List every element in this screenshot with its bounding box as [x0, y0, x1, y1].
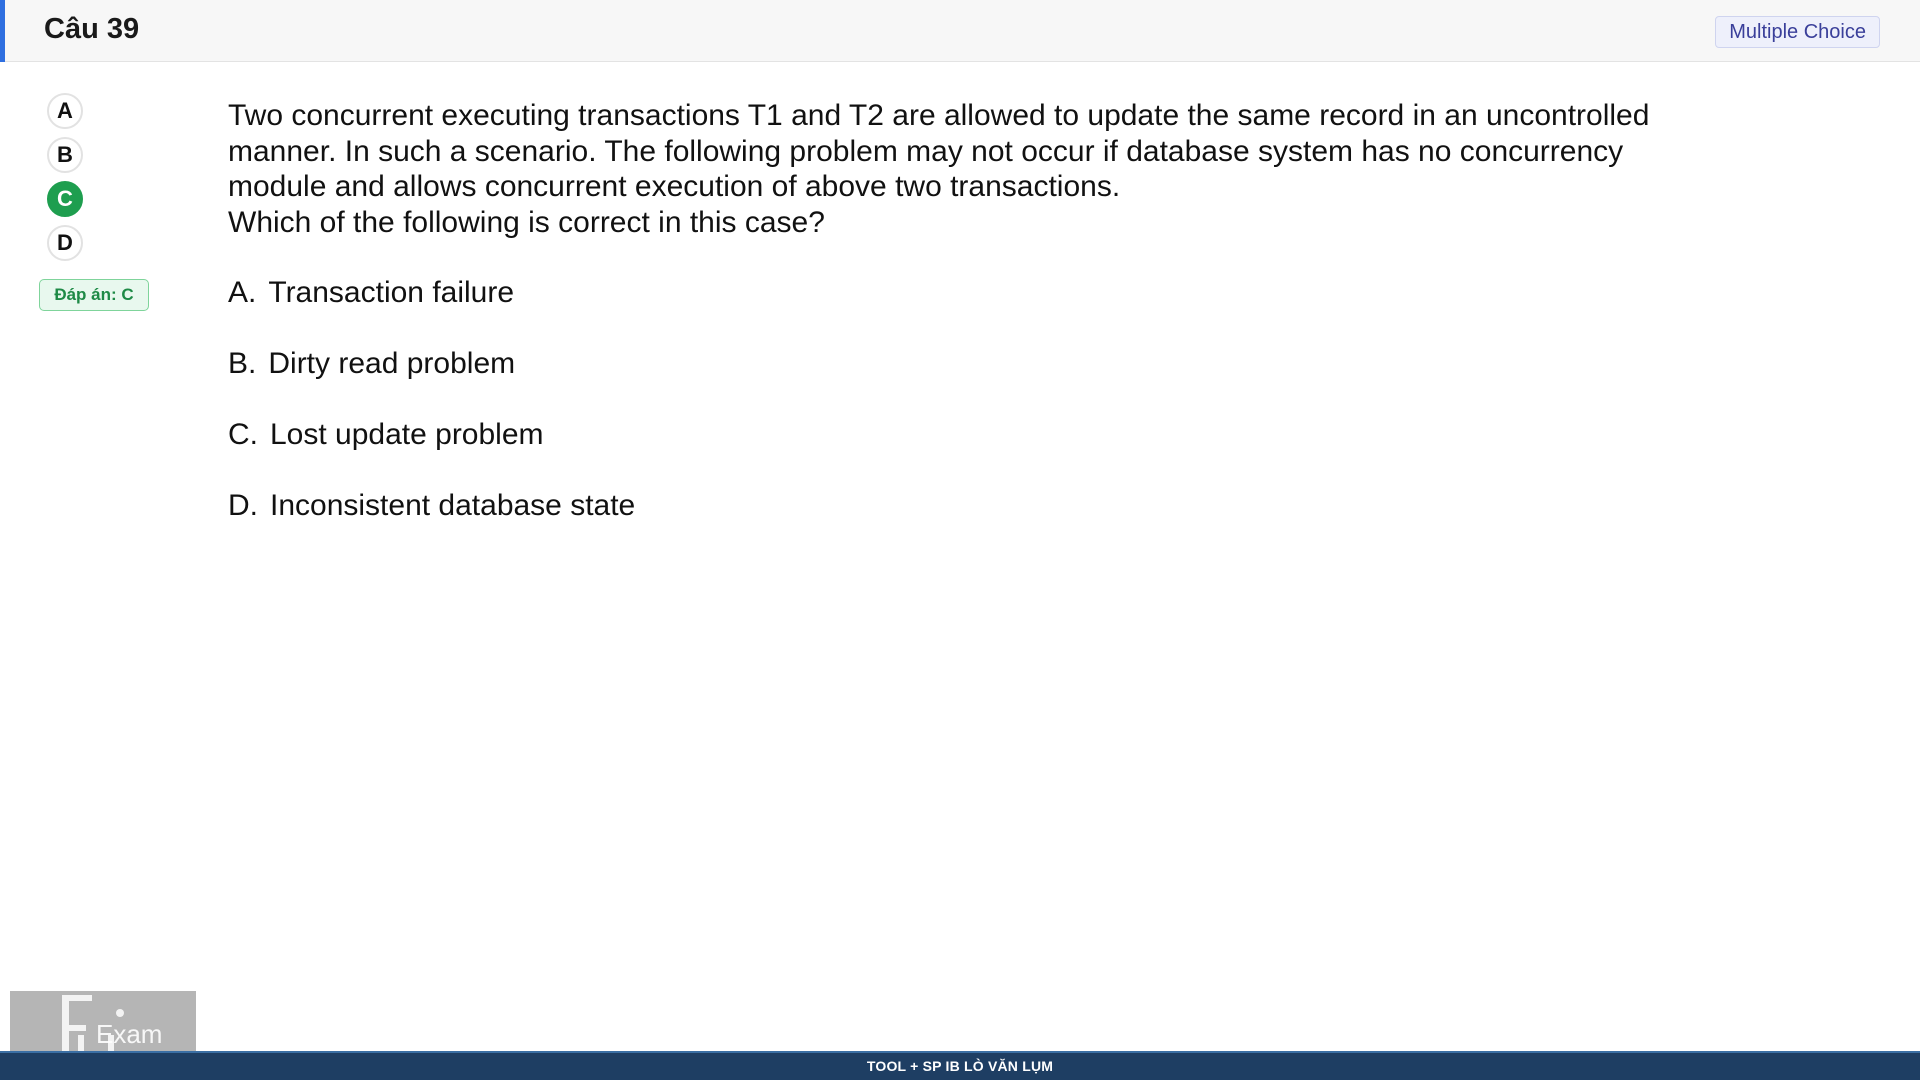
choice-a[interactable]: A. Transaction failure — [228, 276, 514, 310]
choice-d[interactable]: D. Inconsistent database state — [228, 489, 635, 523]
header-accent-bar — [0, 0, 5, 62]
option-circle-b[interactable]: B — [47, 137, 83, 173]
choice-text: Transaction failure — [268, 276, 515, 309]
footer-bar: TOOL + SP IB LÒ VĂN LỤM — [0, 1051, 1920, 1080]
quiz-page: Câu 39 Multiple Choice A B C D Đáp án: C… — [0, 0, 1920, 1080]
question-line: Two concurrent executing transactions T1… — [228, 99, 1650, 132]
choice-text: Dirty read problem — [268, 347, 516, 380]
question-number-title: Câu 39 — [44, 13, 140, 45]
choice-letter: A. — [228, 276, 257, 309]
choice-c[interactable]: C. Lost update problem — [228, 418, 544, 452]
option-circle-c-selected[interactable]: C — [47, 181, 83, 217]
footer-credit-text: TOOL + SP IB LÒ VĂN LỤM — [866, 1058, 1054, 1074]
choice-letter: B. — [228, 347, 257, 380]
choice-b[interactable]: B. Dirty read problem — [228, 347, 515, 381]
question-header: Câu 39 Multiple Choice — [0, 0, 1920, 62]
choice-letter: D. — [228, 489, 258, 522]
correct-answer-badge: Đáp án: C — [39, 279, 149, 311]
question-type-badge: Multiple Choice — [1715, 16, 1880, 48]
question-line: manner. In such a scenario. The followin… — [228, 134, 1624, 168]
choice-text: Lost update problem — [270, 418, 544, 451]
option-circle-d[interactable]: D — [47, 225, 83, 261]
choice-letter: C. — [228, 418, 258, 451]
question-text: Two concurrent executing transactions T1… — [228, 98, 1788, 240]
choice-text: Inconsistent database state — [270, 489, 636, 522]
question-line: Which of the following is correct in thi… — [228, 205, 825, 239]
logo-text: Exam — [96, 1019, 162, 1049]
option-circle-a[interactable]: A — [47, 93, 83, 129]
question-line: module and allows concurrent execution o… — [228, 170, 1121, 203]
